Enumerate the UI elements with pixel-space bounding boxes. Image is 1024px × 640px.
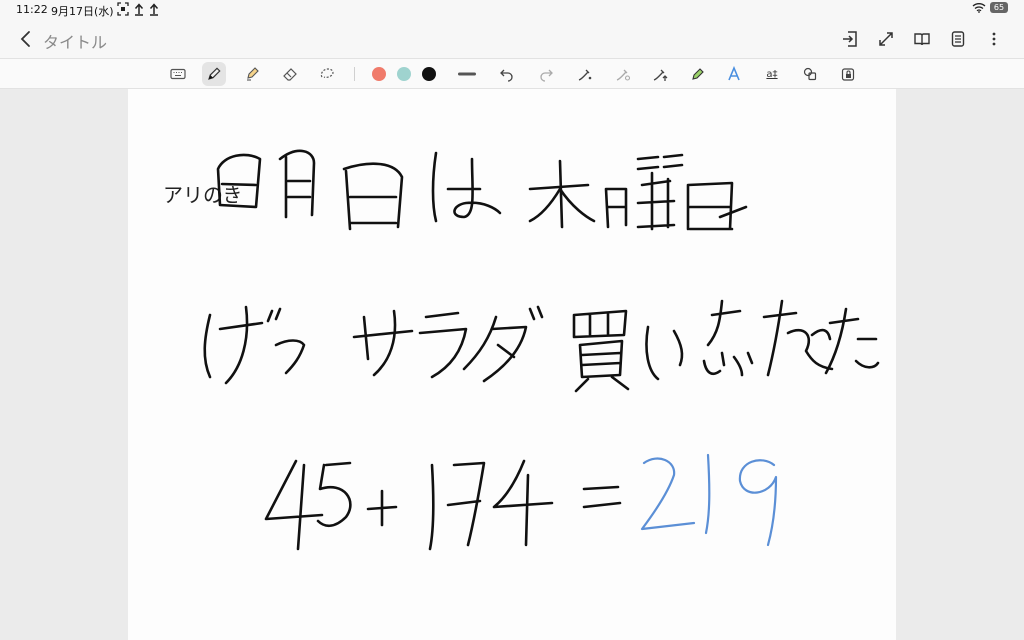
wifi-icon: [972, 3, 986, 13]
lock-tool[interactable]: [836, 62, 860, 86]
keyboard-tool[interactable]: [166, 62, 190, 86]
color-swatch: [372, 67, 386, 81]
upload-icon: [149, 3, 159, 16]
highlighter-tool[interactable]: [240, 62, 264, 86]
eraser-tool[interactable]: [278, 62, 302, 86]
screenshot-icon: [117, 2, 129, 16]
lock-icon: [841, 68, 855, 81]
note-canvas[interactable]: アリのき: [128, 89, 896, 640]
pen-icon: [208, 67, 221, 80]
battery-icon: 65: [990, 2, 1008, 13]
stroke-width-button[interactable]: [455, 62, 479, 86]
page-list-button[interactable]: [946, 27, 970, 51]
status-date: 9月17日(水): [51, 5, 114, 18]
pen-upload-button[interactable]: [648, 62, 672, 86]
stroke-width-icon: [458, 72, 476, 76]
more-button[interactable]: [982, 27, 1006, 51]
drawing-toolbar: a‡: [0, 58, 1024, 89]
book-icon: [914, 33, 930, 46]
back-button[interactable]: [16, 27, 36, 51]
status-notification-icons: [117, 2, 159, 16]
undo-button[interactable]: [495, 62, 519, 86]
lasso-tool[interactable]: [315, 62, 339, 86]
color-swatch: [397, 67, 411, 81]
nav-actions: [838, 27, 1006, 51]
status-right: 65: [972, 2, 1008, 13]
shapes-icon: [803, 67, 817, 81]
toolbar-separator: [354, 67, 355, 81]
color-black-button[interactable]: [417, 62, 441, 86]
status-time: 11:22: [16, 3, 48, 16]
handwriting-line-2: [203, 299, 880, 393]
import-icon: [843, 31, 857, 47]
highlighter-icon: [247, 67, 259, 81]
ai-pen-button[interactable]: [573, 62, 597, 86]
lasso-icon: [320, 68, 334, 78]
note-title[interactable]: タイトル: [43, 29, 107, 53]
document-icon: [951, 31, 965, 47]
color-swatch: [422, 67, 436, 81]
pen-gear-icon: [616, 69, 631, 81]
nav-bar: タイトル: [0, 20, 1024, 58]
keyboard-icon: [170, 68, 186, 80]
book-view-button[interactable]: [910, 27, 934, 51]
handwriting-layer: [203, 149, 880, 551]
color-mint-button[interactable]: [392, 62, 416, 86]
fullscreen-button[interactable]: [874, 27, 898, 51]
expand-icon: [879, 32, 893, 46]
color-salmon-button[interactable]: [367, 62, 391, 86]
redo-icon: [540, 69, 553, 82]
pen-tool[interactable]: [202, 62, 226, 86]
text-tool[interactable]: a‡: [760, 62, 784, 86]
marker-icon: [692, 68, 704, 80]
handwriting-line-3: [264, 453, 778, 551]
shape-tool[interactable]: [798, 62, 822, 86]
marker-tool[interactable]: [686, 62, 710, 86]
status-bar: 11:22 9月17日(水) 65: [0, 0, 1024, 20]
upload-icon: [134, 3, 144, 16]
pen-sparkle-icon: [578, 69, 592, 81]
text-style-tool[interactable]: [722, 62, 746, 86]
handwriting-line-1: [216, 149, 748, 231]
undo-icon: [500, 69, 513, 82]
import-button[interactable]: [838, 27, 862, 51]
pen-arrow-icon: [653, 69, 668, 81]
eraser-icon: [283, 68, 297, 81]
chevron-left-icon: [20, 31, 30, 47]
text-tool-label: a‡: [766, 68, 778, 80]
more-vertical-icon: [992, 32, 996, 46]
outlined-a-icon: [728, 66, 740, 81]
pen-settings-button[interactable]: [611, 62, 635, 86]
redo-button[interactable]: [534, 62, 558, 86]
